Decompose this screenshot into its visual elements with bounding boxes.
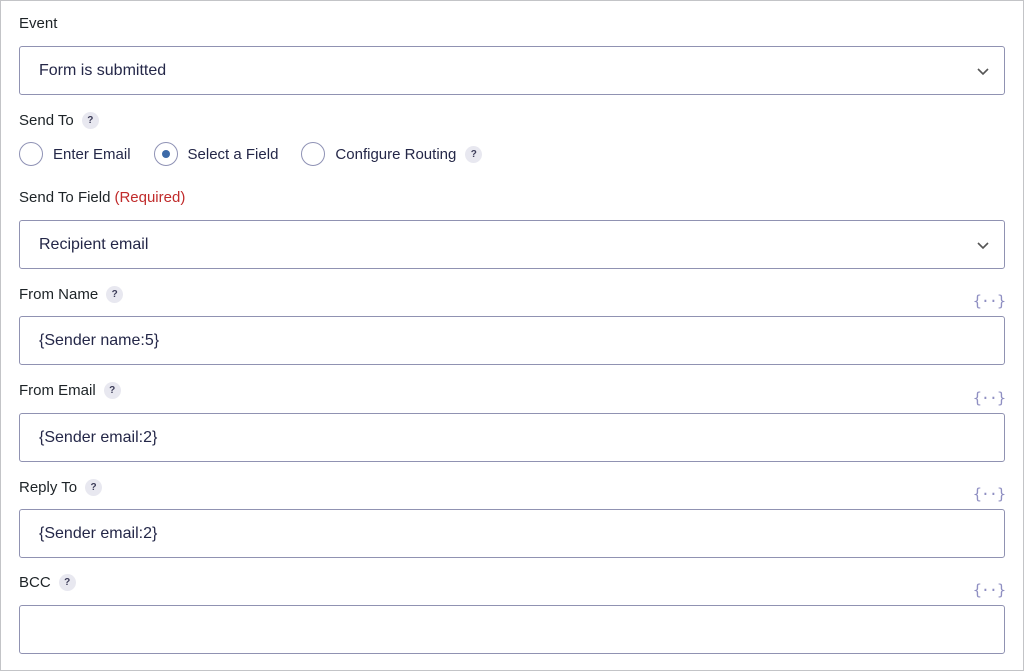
reply-to-input[interactable] — [20, 510, 1004, 557]
send-to-radio-group: Enter Email Select a Field Configure Rou… — [19, 140, 483, 168]
bcc-label-text: BCC — [19, 574, 51, 591]
help-icon[interactable]: ? — [103, 382, 121, 399]
send-to-field-select-value: Recipient email — [39, 235, 149, 253]
radio-select-field[interactable]: Select a Field — [153, 142, 279, 166]
radio-button-enter-email[interactable] — [19, 142, 43, 166]
chevron-down-icon — [977, 68, 989, 76]
reply-to-label: Reply To ? — [19, 479, 103, 496]
send-to-field-label: Send To Field (Required) — [19, 189, 185, 206]
radio-configure-routing-label: Configure Routing — [335, 145, 457, 163]
help-icon[interactable]: ? — [81, 112, 99, 129]
reply-to-label-text: Reply To — [19, 479, 78, 496]
from-email-input-box — [19, 413, 1005, 462]
from-name-input[interactable] — [20, 317, 1004, 364]
chevron-down-icon — [977, 242, 989, 250]
radio-select-field-label: Select a Field — [187, 145, 279, 163]
from-email-label: From Email ? — [19, 382, 121, 399]
event-select[interactable]: Form is submitted — [19, 46, 1005, 95]
help-icon[interactable]: ? — [106, 286, 124, 303]
reply-to-input-box — [19, 509, 1005, 558]
event-label-text: Event — [19, 15, 58, 32]
send-to-field-label-text: Send To Field — [19, 189, 111, 206]
from-email-label-text: From Email — [19, 382, 96, 399]
notification-settings-panel: Event Form is submitted Send To ? Enter … — [0, 0, 1024, 671]
radio-selected-dot — [161, 150, 170, 158]
help-icon[interactable]: ? — [465, 145, 483, 163]
radio-button-configure-routing[interactable] — [301, 142, 326, 166]
bcc-input[interactable] — [20, 606, 1004, 653]
event-select-value: Form is submitted — [39, 61, 167, 79]
help-icon[interactable]: ? — [85, 479, 103, 496]
merge-tag-icon[interactable]: {··} — [973, 389, 1006, 407]
required-indicator: (Required) — [114, 189, 186, 206]
help-icon[interactable]: ? — [58, 574, 76, 591]
merge-tag-icon[interactable]: {··} — [973, 292, 1006, 310]
merge-tag-icon[interactable]: {··} — [973, 581, 1006, 599]
merge-tag-icon[interactable]: {··} — [973, 485, 1006, 503]
radio-button-select-field[interactable] — [153, 142, 178, 166]
send-to-field-select[interactable]: Recipient email — [19, 220, 1005, 269]
bcc-label: BCC ? — [19, 574, 76, 591]
event-label: Event — [19, 15, 57, 32]
radio-enter-email[interactable]: Enter Email — [19, 142, 131, 166]
send-to-label-text: Send To — [19, 112, 74, 129]
from-name-label: From Name ? — [19, 286, 124, 303]
from-name-input-box — [19, 316, 1005, 365]
radio-configure-routing[interactable]: Configure Routing ? — [301, 142, 483, 166]
from-email-input[interactable] — [20, 414, 1004, 461]
from-name-label-text: From Name — [19, 286, 99, 303]
radio-enter-email-label: Enter Email — [53, 145, 131, 163]
send-to-label: Send To ? — [19, 112, 99, 129]
bcc-input-box — [19, 605, 1005, 654]
